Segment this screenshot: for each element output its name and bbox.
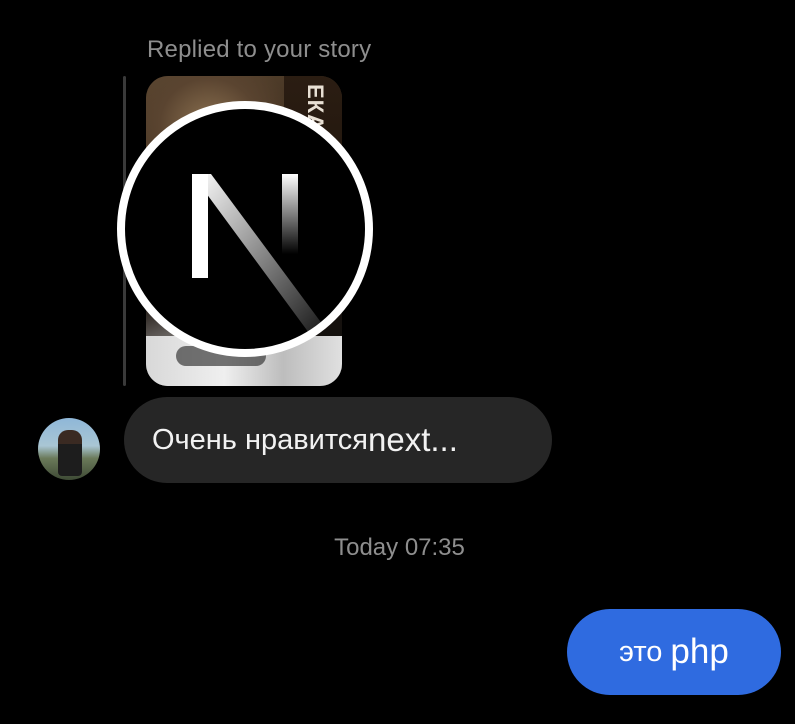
outgoing-message-bubble[interactable]: это php xyxy=(567,609,781,695)
incoming-message-bubble[interactable]: Очень нравится next... xyxy=(124,397,552,483)
nextjs-logo-icon xyxy=(117,101,373,357)
timestamp-text: Today 07:35 xyxy=(334,534,465,561)
incoming-message-text: Очень нравится xyxy=(152,423,369,456)
sender-avatar[interactable] xyxy=(38,418,100,480)
avatar-person xyxy=(58,430,82,476)
outgoing-message-text-latin: php xyxy=(670,632,729,671)
incoming-message-text-latin: next... xyxy=(368,421,458,458)
outgoing-message-text: это xyxy=(619,635,663,668)
message-timestamp: Today 07:35 xyxy=(0,534,795,562)
replied-to-story-label: Replied to your story xyxy=(147,36,372,63)
